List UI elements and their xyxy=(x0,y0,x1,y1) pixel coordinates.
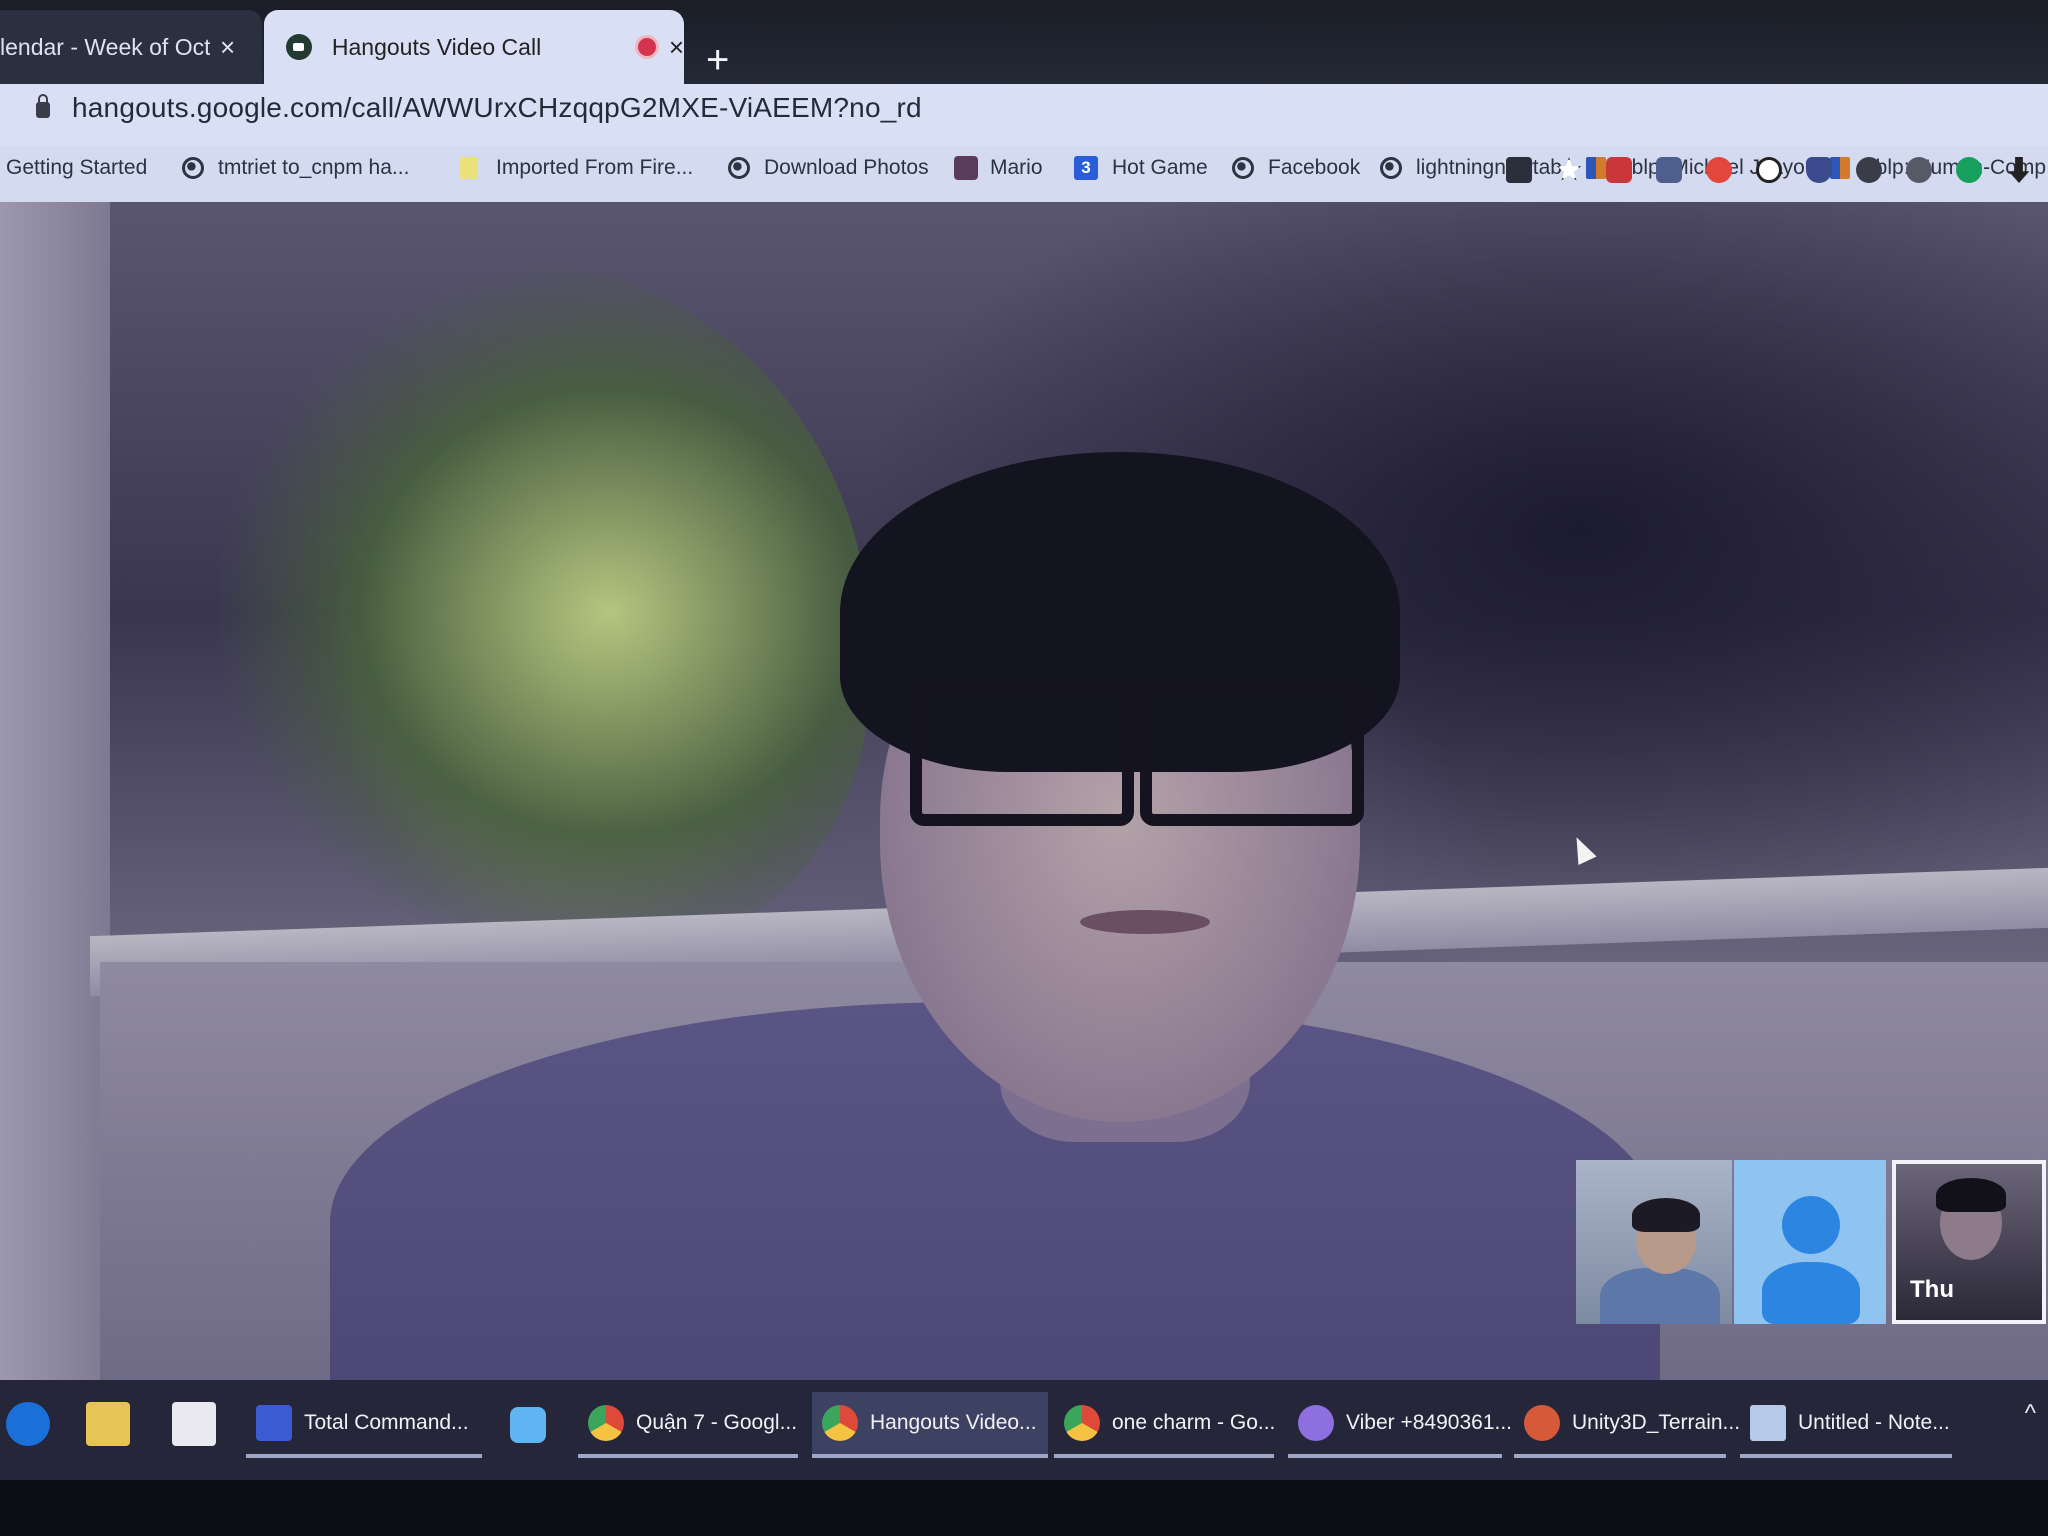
viber-icon xyxy=(1298,1405,1334,1441)
taskbar-item-label: Viber +8490361... xyxy=(1346,1411,1513,1434)
tab-strip: lendar - Week of Octol × Hangouts Video … xyxy=(0,0,2048,84)
avatar-head-icon xyxy=(1782,1196,1840,1254)
bookmark-facebook[interactable]: Facebook xyxy=(1232,156,1360,180)
folder-icon xyxy=(460,157,478,179)
store-icon[interactable] xyxy=(172,1402,216,1446)
bookmark-download-photos[interactable]: Download Photos xyxy=(728,156,929,180)
taskbar-item-one-charm[interactable]: one charm - Go... xyxy=(1054,1392,1276,1458)
edge-icon[interactable] xyxy=(6,1402,50,1446)
shield-icon[interactable] xyxy=(1806,157,1832,183)
grammarly-icon[interactable] xyxy=(1956,157,1982,183)
participant-thumbnails: Thu xyxy=(1576,1160,2048,1330)
globe-icon xyxy=(182,157,204,179)
bookmark-imported-from-firefox[interactable]: Imported From Fire... xyxy=(460,156,693,180)
participant-body xyxy=(1600,1268,1720,1324)
bookmark-tmtriet[interactable]: tmtriet to_cnpm ha... xyxy=(182,156,409,180)
extension-camera-icon[interactable] xyxy=(1656,157,1682,183)
participant-hair xyxy=(1632,1198,1700,1232)
tray-chevron-icon[interactable]: ^ xyxy=(2025,1400,2036,1428)
monitor-bezel xyxy=(0,1480,2048,1536)
taskbar-item-label: Unity3D_Terrain... xyxy=(1572,1411,1741,1434)
taskbar-item-hangouts[interactable]: Hangouts Video... xyxy=(812,1392,1048,1458)
globe-icon xyxy=(1232,157,1254,179)
glasses-right-lens xyxy=(1140,682,1364,826)
mario-icon xyxy=(954,156,978,180)
file-explorer-icon[interactable] xyxy=(86,1402,130,1446)
tab-label: Hangouts Video Call xyxy=(331,33,542,60)
bookmark-label: Getting Started xyxy=(6,156,148,179)
taskbar-item-unity3d[interactable]: Unity3D_Terrain... xyxy=(1514,1392,1740,1458)
taskbar-item-viber[interactable]: Viber +8490361... xyxy=(1288,1392,1512,1458)
participant-thumbnail-avatar[interactable] xyxy=(1734,1160,1886,1324)
recording-icon xyxy=(634,35,659,59)
glasses-bridge xyxy=(1130,722,1152,732)
bookmark-label: Facebook xyxy=(1268,156,1361,179)
close-icon[interactable]: × xyxy=(669,32,684,63)
play-icon[interactable] xyxy=(1756,157,1782,183)
mouse-cursor-icon xyxy=(1567,832,1597,866)
chrome-icon xyxy=(822,1405,858,1441)
bookmark-hot-game[interactable]: 3 Hot Game xyxy=(1074,156,1208,180)
camera-icon[interactable] xyxy=(1506,157,1532,183)
participant-thumbnail[interactable] xyxy=(1576,1160,1732,1324)
taskbar-item-zoom[interactable] xyxy=(500,1392,560,1458)
taskbar-item-total-commander[interactable]: Total Command... xyxy=(246,1392,482,1458)
bookmark-mario[interactable]: Mario xyxy=(954,156,1043,180)
avatar-body-icon xyxy=(1762,1262,1860,1324)
tab-hangouts-video-call[interactable]: Hangouts Video Call × xyxy=(264,10,684,84)
tab-calendar[interactable]: lendar - Week of Octol × xyxy=(0,10,262,84)
download-icon[interactable] xyxy=(2008,157,2030,183)
floppy-icon xyxy=(256,1405,292,1441)
hangouts-icon xyxy=(286,34,312,60)
globe-icon xyxy=(1380,157,1402,179)
screen: lendar - Week of Octol × Hangouts Video … xyxy=(0,0,2048,1536)
chrome-icon xyxy=(588,1405,624,1441)
new-tab-button[interactable]: + xyxy=(706,38,729,83)
address-bar[interactable]: hangouts.google.com/call/AWWUrxCHzqqpG2M… xyxy=(0,84,2048,146)
extension-dark-icon[interactable] xyxy=(1856,157,1882,183)
extensions-area xyxy=(1494,150,2044,190)
taskbar-item-quan-7[interactable]: Quận 7 - Googl... xyxy=(578,1392,798,1458)
number-3-icon: 3 xyxy=(1074,156,1098,180)
bookmark-label: Mario xyxy=(990,156,1043,179)
taskbar-item-label: Total Command... xyxy=(304,1411,469,1434)
participant-hair xyxy=(1936,1178,2006,1212)
url-text[interactable]: hangouts.google.com/call/AWWUrxCHzqqpG2M… xyxy=(72,92,922,124)
taskbar-item-label: Quận 7 - Googl... xyxy=(636,1411,798,1434)
participant-mouth xyxy=(1080,910,1210,934)
lock-icon xyxy=(36,94,50,118)
glasses-left-lens xyxy=(910,682,1134,826)
zoom-icon xyxy=(510,1407,546,1443)
extension-circle-icon[interactable] xyxy=(1906,157,1932,183)
bookmark-label: tmtriet to_cnpm ha... xyxy=(218,156,410,179)
globe-icon xyxy=(728,157,750,179)
bookmark-getting-started[interactable]: Getting Started xyxy=(6,156,147,180)
bookmark-label: Download Photos xyxy=(764,156,929,179)
video-background-wall xyxy=(0,202,110,1380)
taskbar: Total Command... Quận 7 - Googl... Hango… xyxy=(0,1380,2048,1480)
tab-label: lendar - Week of Octol xyxy=(0,33,210,60)
participant-thumbnail-thu[interactable]: Thu xyxy=(1892,1160,2046,1324)
extension-red-icon[interactable] xyxy=(1606,157,1632,183)
taskbar-item-label: one charm - Go... xyxy=(1112,1411,1276,1434)
close-icon[interactable]: × xyxy=(220,32,235,63)
taskbar-item-label: Hangouts Video... xyxy=(870,1411,1037,1434)
bookmark-label: Imported From Fire... xyxy=(496,156,694,179)
extension-flash-icon[interactable] xyxy=(1706,157,1732,183)
video-background-plant xyxy=(220,262,870,962)
chrome-icon xyxy=(1064,1405,1100,1441)
taskbar-item-label: Untitled - Note... xyxy=(1798,1411,1950,1434)
powerpoint-icon xyxy=(1524,1405,1560,1441)
star-icon[interactable] xyxy=(1556,157,1582,181)
taskbar-item-notepad[interactable]: Untitled - Note... xyxy=(1740,1392,1952,1458)
participant-name: Thu xyxy=(1910,1276,1954,1303)
notepad-icon xyxy=(1750,1405,1786,1441)
bookmark-label: Hot Game xyxy=(1112,156,1208,179)
